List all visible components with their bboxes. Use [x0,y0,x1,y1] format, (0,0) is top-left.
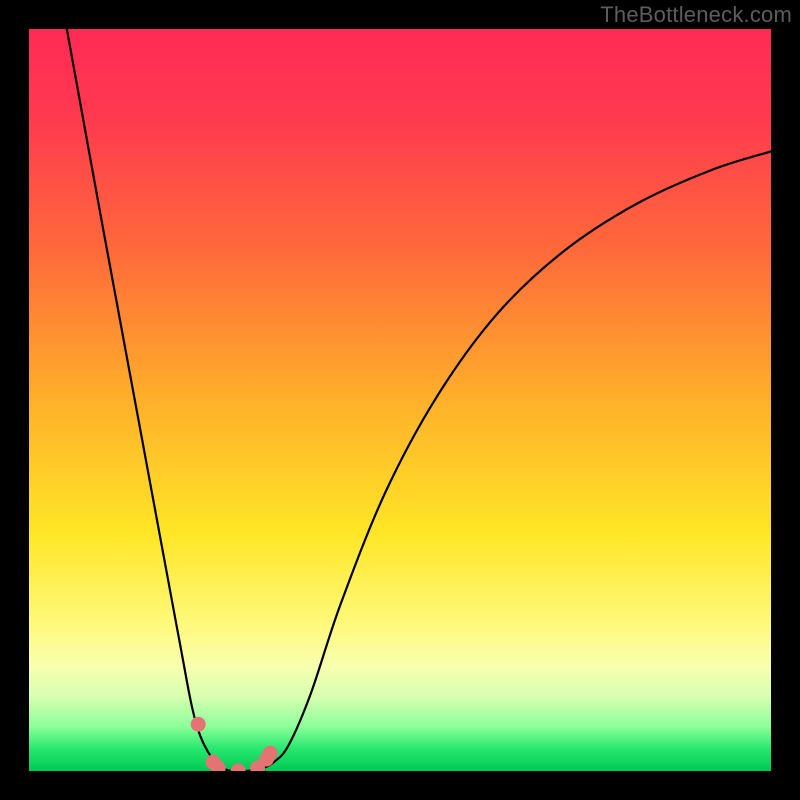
bottleneck-curve [67,29,771,771]
watermark-text: TheBottleneck.com [600,2,792,28]
curve-layer [29,29,771,771]
chart-frame: TheBottleneck.com [0,0,800,800]
plot-area [29,29,771,771]
highlight-dot [231,764,246,772]
highlight-dot [263,746,278,761]
highlight-dot [191,717,206,732]
